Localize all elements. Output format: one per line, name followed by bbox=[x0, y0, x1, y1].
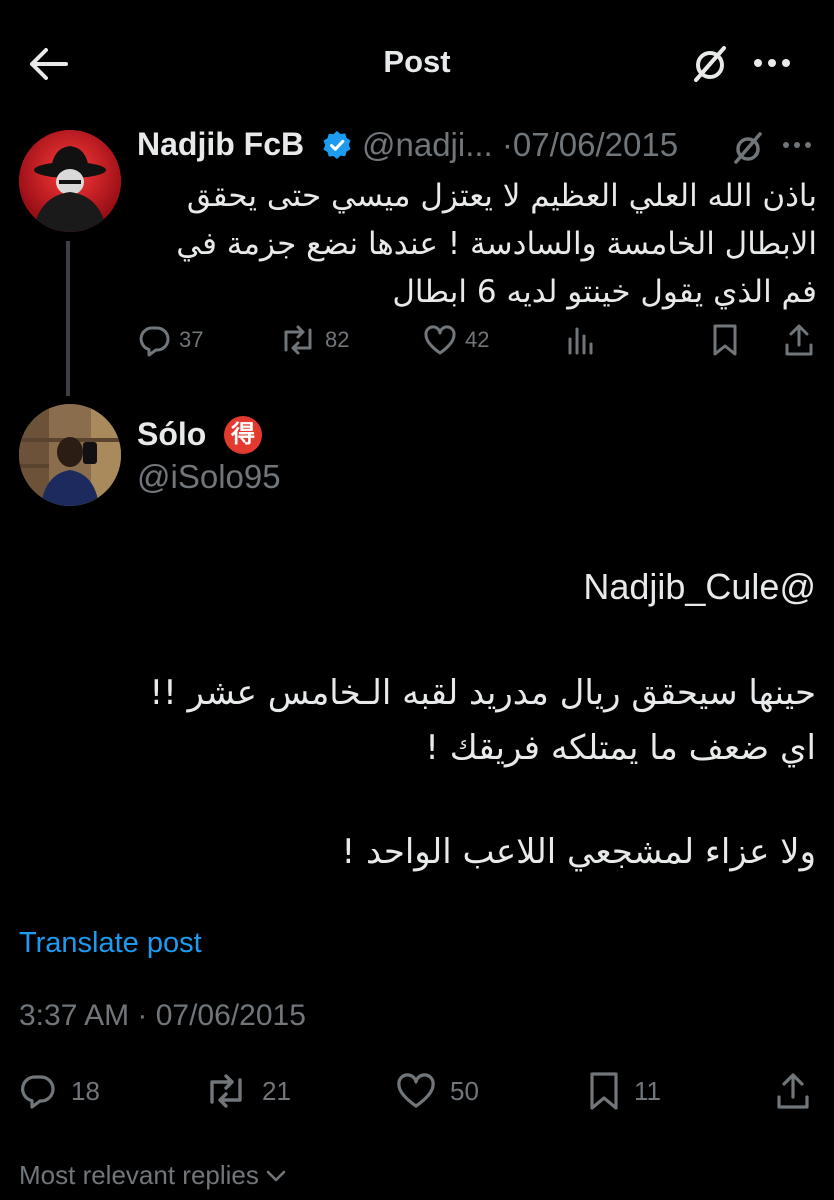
more-icon[interactable] bbox=[750, 48, 794, 78]
chevron-down-icon bbox=[266, 1170, 286, 1181]
repost-button[interactable]: 82 bbox=[279, 318, 349, 362]
like-icon bbox=[397, 1073, 435, 1108]
reply-icon bbox=[21, 1075, 55, 1109]
repost-icon bbox=[284, 325, 312, 355]
grok-icon[interactable] bbox=[730, 130, 766, 166]
replies-sort-dropdown[interactable]: Most relevant replies bbox=[19, 1160, 287, 1191]
reply-icon bbox=[139, 326, 170, 357]
more-icon[interactable] bbox=[780, 134, 814, 156]
repost-button[interactable]: 21 bbox=[204, 1066, 291, 1116]
share-button[interactable] bbox=[783, 318, 823, 362]
author-handle[interactable]: @nadji... ·07/06/2015 bbox=[362, 126, 678, 164]
bookmark-button[interactable]: 11 bbox=[588, 1066, 661, 1116]
grok-icon[interactable] bbox=[688, 42, 732, 86]
share-button[interactable] bbox=[775, 1066, 825, 1116]
share-icon bbox=[777, 1073, 809, 1109]
post-timestamp: 3:37 AM · 07/06/2015 bbox=[19, 999, 306, 1032]
avatar[interactable] bbox=[19, 404, 121, 506]
post-date: 07/06/2015 bbox=[512, 126, 679, 163]
reply-button[interactable]: 37 bbox=[137, 318, 203, 362]
bookmark-icon bbox=[713, 324, 737, 356]
repost-icon bbox=[210, 1074, 242, 1108]
views-button[interactable] bbox=[565, 318, 603, 362]
post-actions: 18 21 50 11 bbox=[0, 1066, 834, 1116]
bookmark-icon bbox=[590, 1072, 618, 1110]
post-text-line: ولا عزاء لمشجعي اللاعب الواحد ! bbox=[341, 832, 816, 872]
post-text: باذن الله العلي العظيم لا يعتزل ميسي حتى… bbox=[176, 178, 817, 310]
mention-link[interactable]: Nadjib_Cule@ bbox=[18, 566, 816, 608]
author-name[interactable]: Sólo bbox=[137, 416, 206, 453]
post-text-line: حينها سيحقق ريال مدريد لقبه الـخامس عشر … bbox=[149, 673, 816, 713]
verified-icon bbox=[322, 130, 352, 160]
translate-post-link[interactable]: Translate post bbox=[19, 927, 202, 960]
like-icon bbox=[424, 325, 456, 355]
bookmark-button[interactable] bbox=[711, 318, 747, 362]
post-text-line: اي ضعف ما يمتلكه فريقك ! bbox=[425, 728, 816, 768]
author-handle[interactable]: @iSolo95 bbox=[137, 458, 281, 496]
like-button[interactable]: 50 bbox=[396, 1066, 479, 1116]
author-name[interactable]: Nadjib FcB bbox=[137, 126, 304, 163]
thread-line bbox=[66, 241, 70, 396]
views-icon bbox=[568, 327, 593, 355]
label-badge: 得 bbox=[224, 416, 262, 454]
top-bar: Post bbox=[0, 0, 834, 108]
reply-button[interactable]: 18 bbox=[19, 1066, 100, 1116]
like-button[interactable]: 42 bbox=[423, 318, 489, 362]
share-icon bbox=[785, 324, 813, 356]
post-actions: 37 82 42 bbox=[137, 318, 817, 362]
avatar[interactable] bbox=[19, 130, 121, 232]
